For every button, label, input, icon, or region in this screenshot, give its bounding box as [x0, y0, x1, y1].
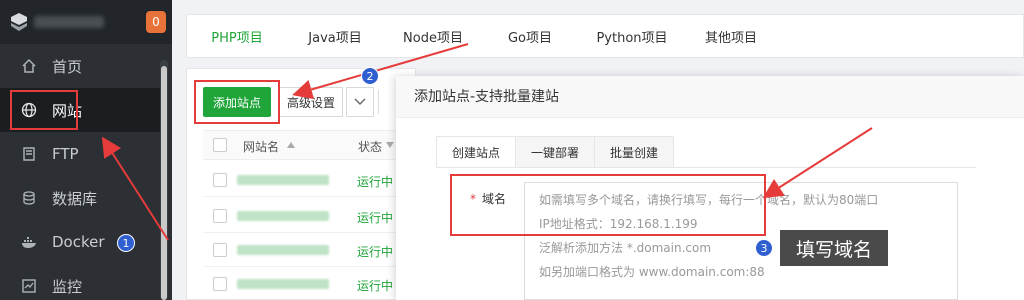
table-row[interactable]: 运行中: [203, 163, 396, 197]
monitor-icon: [20, 277, 38, 295]
database-icon: [20, 189, 38, 207]
tab-batch-create[interactable]: 批量创建: [594, 136, 675, 168]
toolbar-divider: [378, 90, 379, 114]
site-name-blurred[interactable]: [237, 211, 329, 221]
sidebar-item-label: 首页: [52, 57, 83, 76]
highlight-add-site-button: [194, 80, 280, 124]
step-badge-1: 1: [117, 234, 135, 252]
site-name-blurred[interactable]: [237, 279, 329, 289]
row-checkbox[interactable]: [213, 173, 227, 187]
project-tabs: PHP项目 Java项目 Node项目 Go项目 Python项目 其他项目: [186, 14, 1024, 58]
tab-other[interactable]: 其他项目: [687, 15, 775, 57]
column-header-name[interactable]: 网站名: [243, 138, 279, 155]
sidebar-item-label: 监控: [52, 277, 83, 296]
row-checkbox[interactable]: [213, 209, 227, 223]
site-name-blurred[interactable]: [237, 245, 329, 255]
tab-create-site[interactable]: 创建站点: [436, 136, 517, 168]
table-row[interactable]: 运行中: [203, 199, 396, 233]
row-checkbox[interactable]: [213, 277, 227, 291]
ftp-icon: [20, 145, 38, 163]
callout-fill-domain: 填写域名: [780, 230, 888, 266]
account-name-blurred: [34, 16, 104, 28]
table-row[interactable]: 运行中: [203, 267, 396, 300]
sort-down-icon[interactable]: [386, 142, 394, 148]
tab-go[interactable]: Go项目: [483, 15, 577, 57]
sidebar-item-monitor[interactable]: 监控: [0, 264, 160, 300]
docker-icon: [20, 233, 38, 251]
sidebar-item-home[interactable]: 首页: [0, 44, 160, 88]
logo-icon: [11, 13, 27, 31]
sidebar-item-ftp[interactable]: FTP: [0, 132, 160, 176]
select-all-checkbox[interactable]: [213, 138, 227, 152]
sidebar-item-label: FTP: [52, 145, 79, 163]
table-header: 网站名 状态: [203, 130, 396, 160]
row-checkbox[interactable]: [213, 243, 227, 257]
highlight-domain-field: [450, 174, 766, 236]
status-running[interactable]: 运行中: [357, 243, 393, 260]
status-running[interactable]: 运行中: [357, 209, 393, 226]
highlight-website-nav: [10, 90, 78, 130]
tab-php[interactable]: PHP项目: [187, 15, 287, 57]
scrollbar-thumb[interactable]: [161, 66, 167, 300]
sidebar-item-database[interactable]: 数据库: [0, 176, 160, 220]
sidebar-item-docker[interactable]: Docker: [0, 220, 160, 264]
brand-header: 0: [0, 0, 172, 44]
sidebar-scrollbar[interactable]: [160, 60, 168, 300]
tab-one-click-deploy[interactable]: 一键部署: [515, 136, 596, 168]
tab-java[interactable]: Java项目: [287, 15, 383, 57]
advanced-settings-button[interactable]: 高级设置: [279, 87, 343, 117]
tab-python[interactable]: Python项目: [577, 15, 687, 57]
sidebar-item-label: 数据库: [52, 189, 98, 208]
placeholder-line-3: 泛解析添加方法 *.domain.com: [539, 241, 712, 255]
step-badge-3: 3: [755, 239, 773, 257]
tab-node[interactable]: Node项目: [383, 15, 483, 57]
dialog-tabs: 创建站点 一键部署 批量创建: [436, 136, 675, 168]
step-badge-2: 2: [361, 67, 379, 85]
status-running[interactable]: 运行中: [357, 173, 393, 190]
sort-up-icon[interactable]: [287, 142, 295, 148]
tab-baseline: [436, 167, 976, 168]
dialog-title: 添加站点-支持批量建站: [396, 76, 1024, 118]
site-name-blurred[interactable]: [237, 175, 329, 185]
sidebar-item-label: Docker: [52, 233, 105, 251]
chevron-down-icon: [354, 98, 366, 105]
notification-badge[interactable]: 0: [146, 11, 166, 33]
home-icon: [20, 57, 38, 75]
placeholder-line-4: 如另加端口格式为 www.domain.com:88: [539, 265, 765, 279]
table-row[interactable]: 运行中: [203, 233, 396, 267]
more-dropdown-button[interactable]: [346, 87, 374, 117]
status-running[interactable]: 运行中: [357, 277, 393, 294]
sidebar: 0 首页 网站 FTP 数据库 Docker 监控: [0, 0, 172, 300]
column-header-status[interactable]: 状态: [358, 138, 382, 155]
